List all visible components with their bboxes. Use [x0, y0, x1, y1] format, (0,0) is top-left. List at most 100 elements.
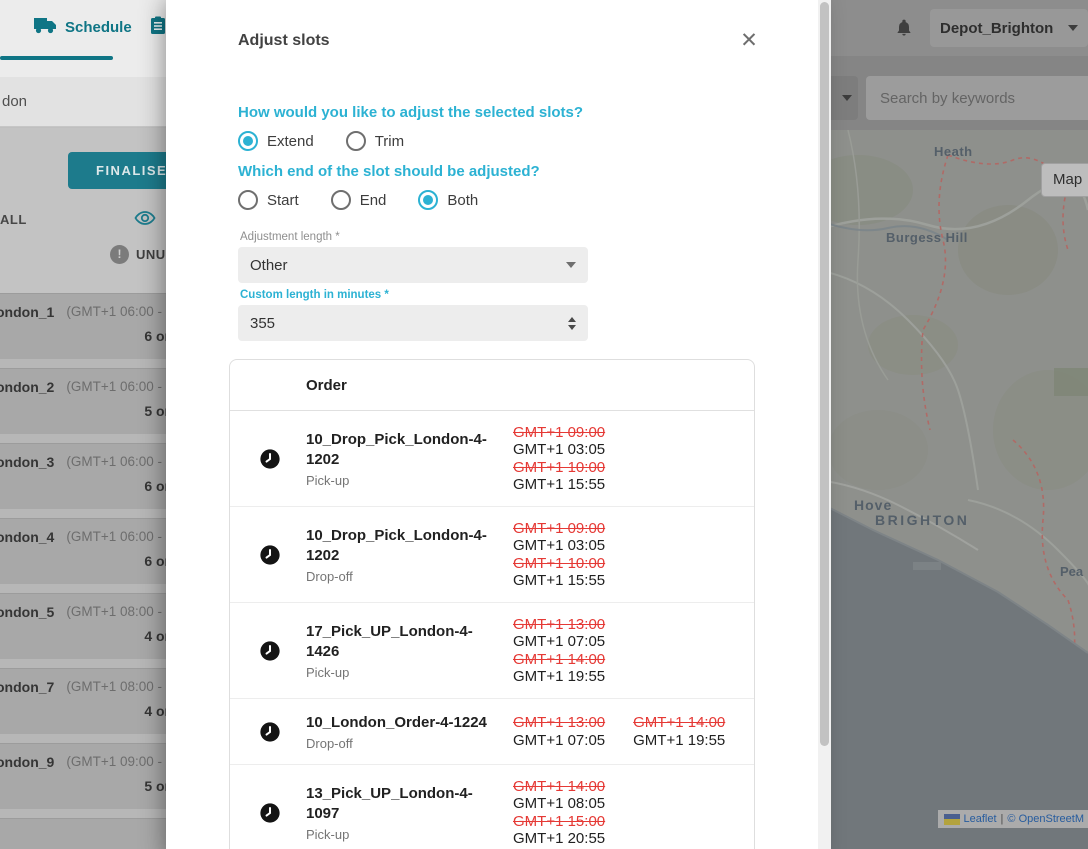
- tab-schedule[interactable]: Schedule: [33, 16, 132, 38]
- new-time: GMT+1 15:55: [513, 572, 633, 590]
- vehicle-orders-count: 5 or: [144, 778, 166, 794]
- order-name: 10_Drop_Pick_London-4-1202: [306, 526, 506, 566]
- dialog-scrollbar[interactable]: [818, 0, 831, 849]
- map-layers-button[interactable]: Map: [1041, 163, 1088, 197]
- map-label-brighton: BRIGHTON: [875, 512, 969, 528]
- panel-subheader: don: [0, 77, 166, 127]
- search-input[interactable]: [866, 76, 1088, 120]
- new-time: GMT+1 03:05: [513, 441, 633, 459]
- custom-length-input[interactable]: 355: [238, 305, 588, 341]
- dialog-title: Adjust slots: [238, 32, 330, 50]
- vehicle-row[interactable]: ondon_4 (GMT+1 06:00 - 18 6 or: [0, 518, 166, 584]
- order-name: 10_London_Order-4-1224: [306, 713, 506, 733]
- order-times: GMT+1 13:00 GMT+1 07:05 GMT+1 14:00 GMT+…: [513, 616, 633, 686]
- vehicle-row[interactable]: ondon_7(GMT+1 08:00 - 18 4 or: [0, 668, 166, 734]
- vehicle-row[interactable]: ondon_1(GMT+1 06:00 - 18 6 or: [0, 293, 166, 359]
- radio-both[interactable]: Both: [418, 190, 478, 210]
- vehicle-row[interactable]: ondon_9(GMT+1 09:00 - 17 5 or: [0, 743, 166, 809]
- vehicle-list: ondon_1(GMT+1 06:00 - 18 6 or ondon_2(GM…: [0, 293, 166, 849]
- radio-button-icon: [331, 190, 351, 210]
- radio-extend[interactable]: Extend: [238, 131, 314, 151]
- vehicle-row[interactable]: ondon_3(GMT+1 06:00 - 18 6 or: [0, 443, 166, 509]
- schedule-panel-body: FINALISE ALL ! UNUS ondon_1(GMT+1 06:00 …: [0, 128, 166, 849]
- radio-both-label: Both: [447, 192, 478, 209]
- chevron-down-icon: [1068, 25, 1078, 31]
- vehicle-window: (GMT+1 06:00 - 18: [66, 529, 166, 545]
- orders-table: Order 10_Drop_Pick_London-4-1202 Pick-up…: [229, 359, 755, 849]
- radio-end[interactable]: End: [331, 190, 387, 210]
- old-time: GMT+1 13:00: [513, 714, 605, 732]
- scrollbar-thumb[interactable]: [820, 2, 829, 746]
- adjustment-length-select[interactable]: Other: [238, 247, 588, 283]
- map-label-burgess-hill: Burgess Hill: [886, 230, 968, 245]
- notifications-bell-icon[interactable]: [894, 18, 914, 43]
- custom-length-value: 355: [250, 315, 568, 332]
- close-icon[interactable]: ✕: [734, 26, 764, 56]
- map-view[interactable]: Heath Burgess Hill Hove BRIGHTON Pea Map…: [818, 130, 1088, 849]
- vehicle-window: (GMT+1 08:00 - 18: [66, 679, 166, 695]
- order-column-header: Order: [306, 377, 347, 394]
- order-name: 10_Drop_Pick_London-4-1202: [306, 430, 506, 470]
- map-attribution: Leaflet | © OpenStreetM: [938, 810, 1088, 828]
- vehicle-window: (GMT+1 06:00 - 18: [66, 304, 166, 320]
- radio-trim[interactable]: Trim: [346, 131, 404, 151]
- leaflet-link[interactable]: Leaflet: [964, 813, 997, 825]
- vehicle-row[interactable]: [0, 818, 166, 849]
- radio-button-icon: [238, 131, 258, 151]
- old-time: GMT+1 14:00: [513, 778, 633, 796]
- vehicle-orders-count: 6 or: [144, 478, 166, 494]
- tab-orders[interactable]: Or: [150, 16, 166, 39]
- vehicle-name: ondon_4: [0, 529, 54, 545]
- exclamation-icon: !: [110, 245, 129, 264]
- slot-end-radio-group: Start End Both: [238, 190, 510, 210]
- depot-selector-value: Depot_Brighton: [940, 20, 1068, 37]
- clock-icon: [259, 448, 281, 470]
- chevron-down-icon: [842, 95, 852, 101]
- order-row: 10_Drop_Pick_London-4-1202 Pick-up GMT+1…: [230, 411, 754, 507]
- order-type: Pick-up: [306, 827, 506, 842]
- vehicle-orders-count: 6 or: [144, 553, 166, 569]
- radio-trim-label: Trim: [375, 133, 404, 150]
- order-row: 10_London_Order-4-1224 Drop-off GMT+1 13…: [230, 699, 754, 765]
- radio-button-icon: [346, 131, 366, 151]
- new-time: GMT+1 07:05: [513, 732, 605, 750]
- order-name: 17_Pick_UP_London-4-1426: [306, 622, 506, 662]
- map-label-heath: Heath: [934, 144, 973, 159]
- order-type: Drop-off: [306, 736, 506, 751]
- new-time: GMT+1 19:55: [633, 732, 725, 750]
- order-name: 13_Pick_UP_London-4-1097: [306, 784, 506, 824]
- vehicle-orders-count: 4 or: [144, 703, 166, 719]
- radio-extend-label: Extend: [267, 133, 314, 150]
- osm-link[interactable]: © OpenStreetM: [1007, 813, 1084, 825]
- number-stepper-icon[interactable]: [568, 317, 576, 330]
- question-slot-end: Which end of the slot should be adjusted…: [238, 163, 540, 180]
- vehicle-name: ondon_9: [0, 754, 54, 770]
- finalise-button[interactable]: FINALISE: [68, 152, 166, 189]
- new-time: GMT+1 07:05: [513, 633, 633, 651]
- clock-icon: [259, 802, 281, 824]
- order-times: GMT+1 14:00 GMT+1 08:05 GMT+1 15:00 GMT+…: [513, 778, 633, 848]
- order-type: Drop-off: [306, 569, 506, 584]
- depot-selector[interactable]: Depot_Brighton: [930, 9, 1088, 47]
- new-time: GMT+1 08:05: [513, 795, 633, 813]
- question-adjust-type: How would you like to adjust the selecte…: [238, 104, 583, 121]
- old-time: GMT+1 09:00: [513, 424, 633, 442]
- show-all-row: ALL: [0, 208, 166, 230]
- attribution-separator: |: [1001, 813, 1004, 825]
- ukraine-flag-icon: [944, 814, 960, 825]
- radio-button-icon: [418, 190, 438, 210]
- vehicle-row[interactable]: ondon_2(GMT+1 06:00 - 18 5 or: [0, 368, 166, 434]
- all-label: ALL: [0, 212, 27, 227]
- vehicle-window: (GMT+1 06:00 - 18: [66, 454, 166, 470]
- new-time: GMT+1 03:05: [513, 537, 633, 555]
- eye-icon[interactable]: [133, 206, 157, 235]
- vehicle-orders-count: 4 or: [144, 628, 166, 644]
- old-time: GMT+1 15:00: [513, 813, 633, 831]
- vehicle-row[interactable]: ondon_5(GMT+1 08:00 - 18 4 or: [0, 593, 166, 659]
- order-type: Pick-up: [306, 665, 506, 680]
- new-time: GMT+1 20:55: [513, 830, 633, 848]
- clock-icon: [259, 640, 281, 662]
- radio-start[interactable]: Start: [238, 190, 299, 210]
- active-tab-indicator: [0, 56, 113, 60]
- vehicle-name: ondon_5: [0, 604, 54, 620]
